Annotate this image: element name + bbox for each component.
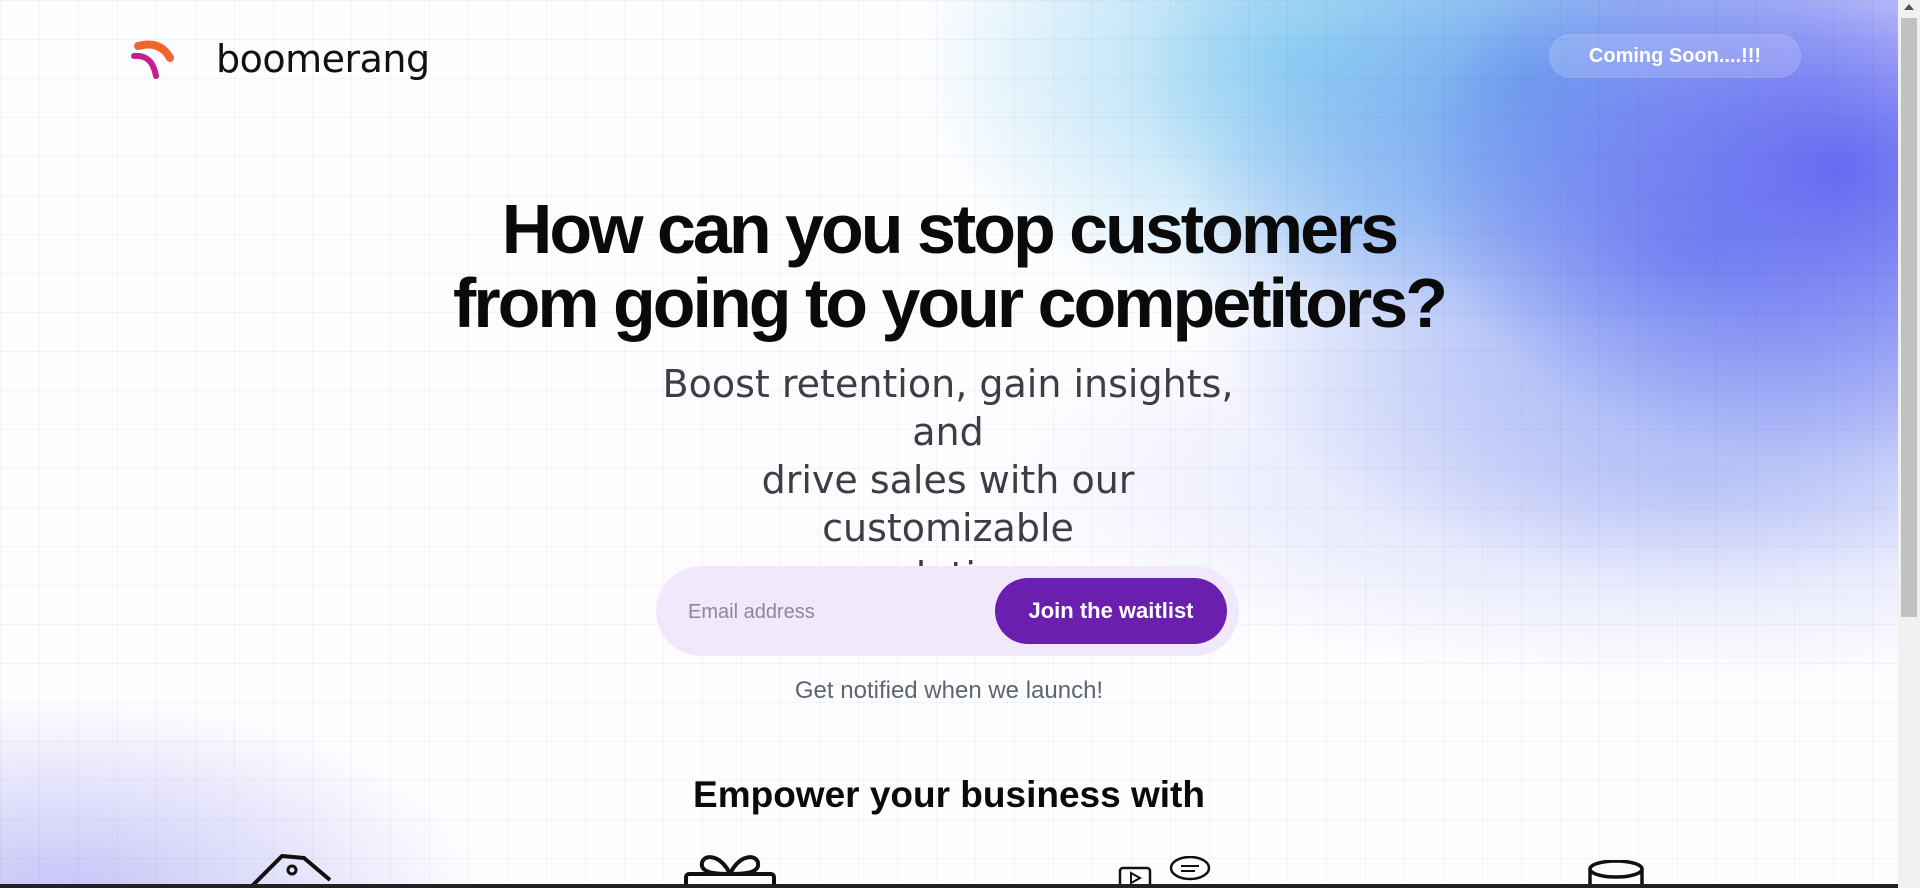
hero-subtitle: Boost retention, gain insights, and driv… <box>630 360 1266 600</box>
coming-soon-badge[interactable]: Coming Soon....!!! <box>1549 34 1801 78</box>
scroll-up-arrow-icon[interactable] <box>1904 4 1914 10</box>
scrollbar-thumb[interactable] <box>1901 18 1917 617</box>
boomerang-logo-icon <box>131 40 174 79</box>
email-input[interactable] <box>686 588 990 636</box>
price-tag-icon <box>248 854 332 888</box>
hero-subtitle-line-2: drive sales with our customizable <box>761 458 1135 550</box>
vertical-scrollbar[interactable] <box>1898 0 1920 888</box>
gift-icon <box>684 855 776 888</box>
hero-title-line-2: from going to your competitors? <box>453 264 1448 342</box>
hero-subtitle-line-1: Boost retention, gain insights, and <box>662 362 1234 454</box>
section-title: Empower your business with <box>693 774 1205 815</box>
hero-title-line-1: How can you stop customers <box>501 190 1399 268</box>
join-waitlist-button[interactable]: Join the waitlist <box>995 578 1227 644</box>
notify-text: Get notified when we launch! <box>794 677 1104 704</box>
brand-logo[interactable]: boomerang <box>130 36 430 82</box>
landing-page: boomerang Coming Soon....!!! How can you… <box>0 0 1898 888</box>
brand-name: boomerang <box>216 37 430 81</box>
bottom-border <box>0 884 1898 888</box>
waitlist-form: Join the waitlist <box>656 566 1239 656</box>
hero-title: How can you stop customers from going to… <box>0 192 1898 340</box>
